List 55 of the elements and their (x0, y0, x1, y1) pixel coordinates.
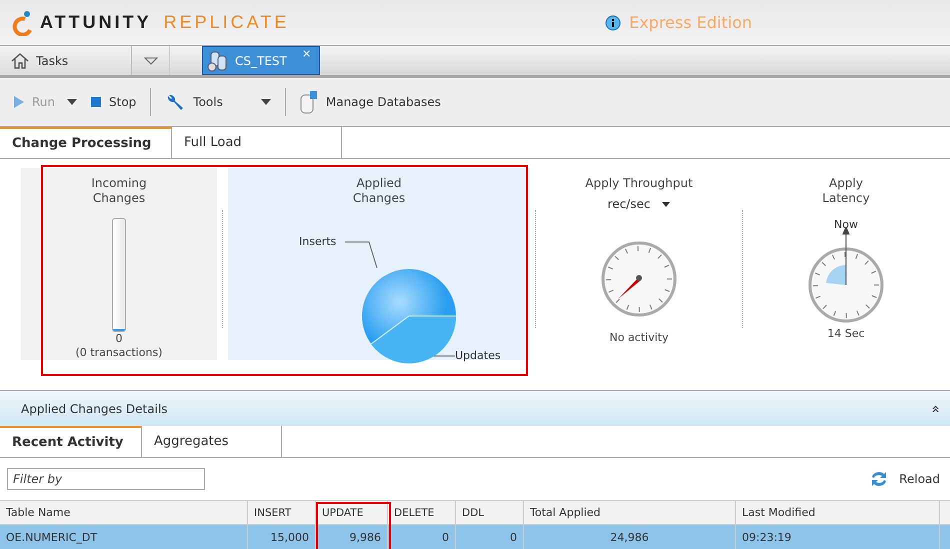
legend-label: Inserts (299, 235, 336, 248)
column-header[interactable]: UPDATE (316, 501, 388, 524)
view-tab[interactable]: Change Processing (0, 127, 172, 158)
section-title: Applied Changes Details (21, 402, 168, 416)
tools-button[interactable]: Tools (165, 92, 271, 112)
filter-field[interactable]: Filter by (7, 468, 205, 490)
table-cell: 24,986 (524, 525, 736, 549)
tasks-tab[interactable]: Tasks (0, 46, 132, 75)
column-header[interactable]: DDL (456, 501, 524, 524)
metric-title: Incoming Changes (90, 176, 148, 206)
table-cell: 09:23:19 (736, 525, 940, 549)
leader-line (344, 242, 378, 268)
detail-tab[interactable]: Aggregates (142, 426, 282, 457)
stop-button[interactable]: Stop (91, 95, 136, 109)
logo-icon (12, 10, 34, 36)
table-row[interactable]: OE.NUMERIC_DT 15,000 9,986 0 0 24,986 09:23:19 (0, 525, 950, 549)
collapse-button[interactable]: « (928, 404, 944, 413)
info-icon (605, 14, 622, 30)
column-header[interactable]: Last Modified (736, 501, 940, 524)
caret-icon (662, 202, 670, 206)
table-cell: 9,986 (316, 525, 388, 549)
brand-name: ATTUNITY (40, 12, 152, 33)
caret-icon (144, 56, 158, 64)
table-cell: OE.NUMERIC_DT (0, 525, 248, 549)
view-tab[interactable]: Full Load (172, 127, 342, 158)
marker-label: Now (834, 218, 858, 231)
caret-icon (67, 99, 78, 105)
table-cell: 0 (388, 525, 456, 549)
metric-note: (0 transactions) (76, 346, 162, 360)
stop-icon (91, 97, 102, 107)
database-icon (207, 50, 229, 72)
database-icon (300, 90, 318, 114)
metric-title: Apply Latency (821, 176, 871, 206)
column-header[interactable]: Total Applied (524, 501, 736, 524)
edition-label: Express Edition (629, 13, 752, 32)
metric-title: Applied Changes (352, 176, 406, 206)
wrench-icon (165, 92, 186, 112)
table-cell: 15,000 (248, 525, 316, 549)
table-cell: 0 (456, 525, 524, 549)
detail-tab[interactable]: Recent Activity (0, 426, 142, 457)
metric-status: No activity (609, 331, 668, 345)
legend-label: Updates (455, 349, 501, 362)
column-header[interactable]: Table Name (0, 501, 248, 524)
column-header[interactable]: INSERT (248, 501, 316, 524)
column-header[interactable]: DELETE (388, 501, 456, 524)
metric-value: 0 (116, 332, 122, 346)
unit-dropdown[interactable]: rec/sec (608, 197, 670, 211)
home-icon (10, 52, 30, 70)
metric-value: 14 Sec (827, 327, 865, 341)
db-button[interactable]: Manage Databases (300, 90, 441, 114)
play-icon (14, 96, 24, 108)
metric-title: Apply Throughput (584, 176, 694, 191)
reload-button[interactable]: Reload (869, 469, 940, 489)
product-name: REPLICATE (164, 12, 290, 33)
caret-icon (260, 99, 271, 105)
